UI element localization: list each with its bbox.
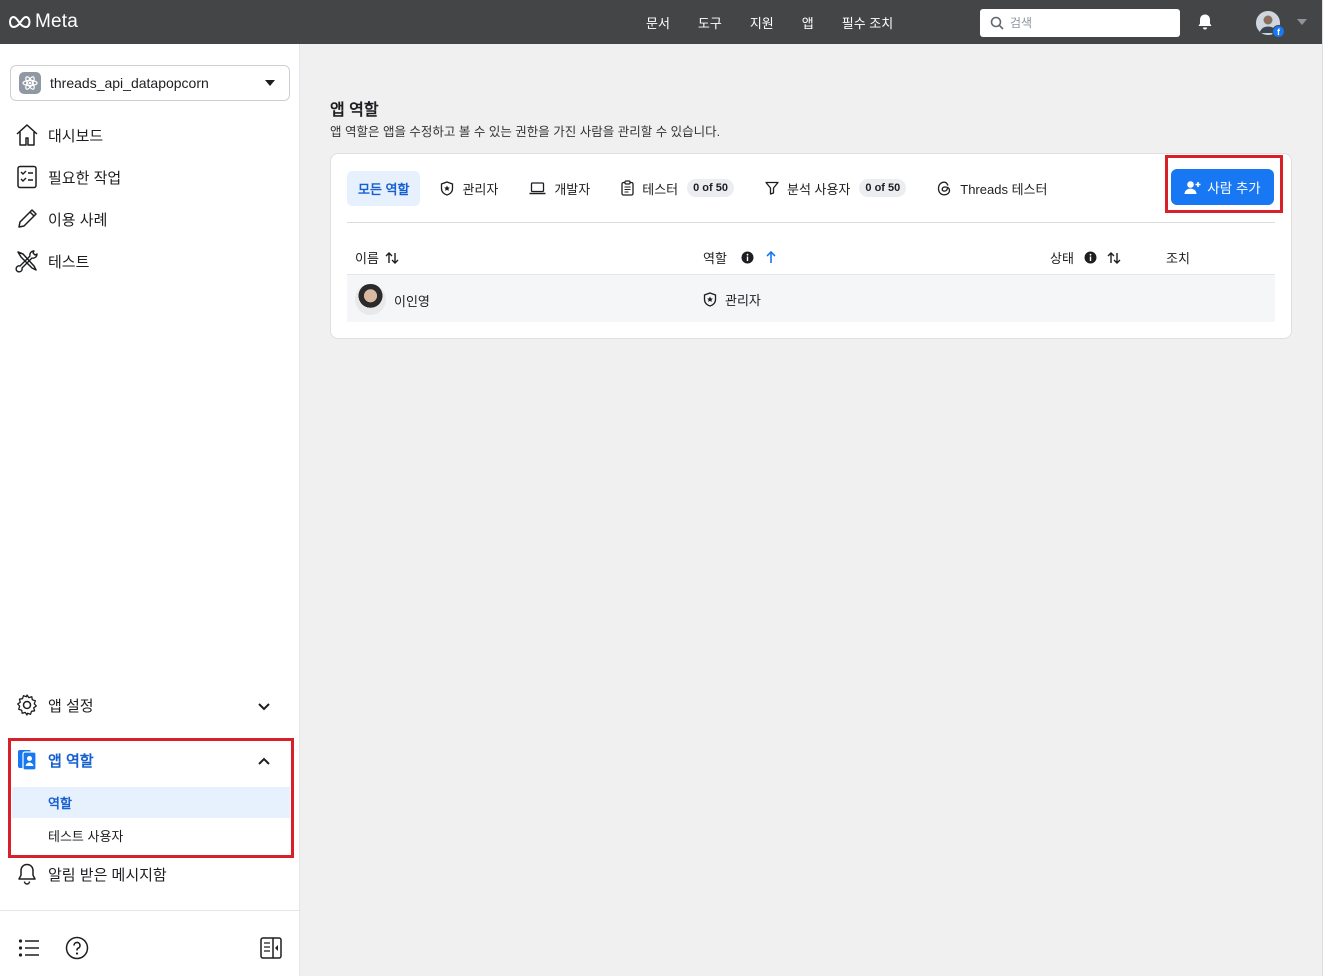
bell-icon[interactable] — [1196, 13, 1214, 31]
page-description: 앱 역할은 앱을 수정하고 볼 수 있는 권한을 가진 사람을 관리할 수 있습… — [330, 125, 721, 139]
app-icon — [19, 72, 41, 94]
sort-icon[interactable] — [385, 251, 399, 264]
nav-docs[interactable]: 문서 — [632, 13, 684, 32]
analytics-count-badge: 0 of 50 — [859, 179, 907, 197]
id-badge-icon — [14, 747, 40, 773]
collapse-sidebar-icon[interactable] — [260, 937, 282, 959]
shield-star-icon — [441, 180, 454, 196]
bell-outline-icon — [14, 861, 40, 887]
sort-icon[interactable] — [1107, 251, 1121, 264]
add-person-icon — [1184, 180, 1201, 194]
help-icon[interactable] — [65, 936, 89, 960]
column-label: 조치 — [1166, 251, 1190, 266]
sidebar-item-app-roles[interactable]: 앱 역할 — [14, 744, 94, 776]
tools-icon — [14, 248, 40, 274]
add-person-button[interactable]: 사람 추가 — [1171, 169, 1274, 205]
nav-support[interactable]: 지원 — [736, 13, 788, 32]
sort-ascending-icon[interactable] — [766, 251, 776, 264]
role-tabs: 모든 역할 관리자 개발자 테스터 0 of 50 분석 사용자 0 of 50 — [347, 170, 1067, 206]
column-label: 역할 — [703, 251, 727, 266]
user-role: 관리자 — [703, 290, 761, 309]
list-icon[interactable] — [18, 938, 40, 958]
sidebar-subitem-roles[interactable]: 역할 — [12, 787, 290, 818]
checklist-icon — [14, 164, 40, 190]
sidebar: threads_api_datapopcorn 대시보드 필요한 작업 이용 사… — [0, 44, 300, 976]
main-content: 앱 역할 앱 역할은 앱을 수정하고 볼 수 있는 권한을 가진 사람을 관리할… — [300, 44, 1322, 976]
tab-label: 관리자 — [462, 181, 499, 197]
sidebar-item-label: 필요한 작업 — [48, 169, 122, 187]
threads-icon — [938, 181, 951, 195]
chevron-down-icon[interactable] — [258, 703, 270, 711]
sidebar-divider — [0, 910, 300, 911]
tab-testers[interactable]: 테스터 0 of 50 — [610, 171, 745, 206]
tab-analytics-users[interactable]: 분석 사용자 0 of 50 — [754, 171, 917, 206]
page-title: 앱 역할 — [330, 102, 379, 119]
sidebar-item-app-settings[interactable]: 앱 설정 — [14, 689, 94, 721]
tab-divider — [347, 222, 1275, 223]
column-header-status[interactable]: 상태 — [1050, 248, 1121, 267]
table-row[interactable]: 이인영 관리자 — [347, 274, 1275, 322]
nav-apps[interactable]: 앱 — [788, 13, 828, 32]
column-header-name[interactable]: 이름 — [355, 248, 399, 267]
tab-label: 개발자 — [554, 181, 591, 197]
user-name: 이인영 — [394, 294, 430, 309]
window-edge — [1322, 0, 1336, 976]
tab-developers[interactable]: 개발자 — [518, 171, 601, 206]
tab-label: Threads 테스터 — [960, 181, 1048, 197]
info-icon[interactable] — [1084, 251, 1097, 264]
top-bar: Meta 문서 도구 지원 앱 필수 조치 f — [0, 0, 1322, 44]
laptop-icon — [529, 181, 546, 194]
info-icon[interactable] — [741, 251, 754, 264]
sidebar-item-notifications[interactable]: 알림 받은 메시지함 — [14, 858, 167, 890]
search-input[interactable] — [1010, 16, 1170, 30]
profile-avatar[interactable]: f — [1256, 11, 1285, 38]
search-icon — [990, 16, 1004, 30]
tab-label: 모든 역할 — [358, 181, 410, 197]
sidebar-item-label: 알림 받은 메시지함 — [48, 866, 167, 884]
column-header-actions: 조치 — [1166, 248, 1190, 267]
role-label: 관리자 — [725, 293, 761, 308]
roles-card: 모든 역할 관리자 개발자 테스터 0 of 50 분석 사용자 0 of 50 — [330, 153, 1292, 339]
column-label: 상태 — [1050, 251, 1074, 266]
gear-icon — [14, 692, 40, 718]
search-box — [980, 9, 1180, 37]
nav-tools[interactable]: 도구 — [684, 13, 736, 32]
sidebar-item-label: 앱 설정 — [48, 697, 94, 715]
meta-infinity-icon — [8, 15, 31, 29]
sidebar-item-label: 테스트 — [48, 253, 90, 271]
nav-required-actions[interactable]: 필수 조치 — [828, 13, 907, 32]
chevron-up-icon[interactable] — [258, 757, 270, 765]
column-label: 이름 — [355, 251, 379, 266]
sidebar-item-test[interactable]: 테스트 — [14, 245, 89, 277]
tab-label: 테스터 — [642, 181, 679, 197]
chevron-down-icon[interactable] — [1297, 19, 1307, 25]
add-person-label: 사람 추가 — [1207, 181, 1261, 196]
tester-count-badge: 0 of 50 — [687, 179, 734, 197]
column-header-role[interactable]: 역할 — [703, 248, 776, 267]
sidebar-subitem-test-users[interactable]: 테스트 사용자 — [12, 820, 290, 851]
brand-name: Meta — [35, 11, 79, 32]
filter-icon — [765, 181, 779, 195]
sidebar-item-label: 이용 사례 — [48, 211, 108, 229]
facebook-badge-icon: f — [1272, 25, 1285, 38]
tab-all-roles[interactable]: 모든 역할 — [347, 170, 421, 206]
pencil-icon — [14, 206, 40, 232]
sidebar-item-use-cases[interactable]: 이용 사례 — [14, 203, 107, 235]
caret-down-icon — [265, 80, 275, 86]
tab-threads-testers[interactable]: Threads 테스터 — [926, 171, 1058, 206]
avatar — [355, 284, 386, 315]
tab-label: 분석 사용자 — [786, 181, 851, 197]
app-name: threads_api_datapopcorn — [50, 75, 209, 91]
app-selector[interactable]: threads_api_datapopcorn — [10, 65, 290, 101]
sidebar-item-label: 앱 역할 — [48, 752, 94, 770]
clipboard-icon — [621, 180, 634, 196]
home-icon — [14, 122, 40, 148]
sidebar-item-dashboard[interactable]: 대시보드 — [14, 119, 103, 151]
shield-star-icon — [703, 292, 717, 307]
top-nav: 문서 도구 지원 앱 필수 조치 — [632, 0, 907, 44]
sidebar-item-required-actions[interactable]: 필요한 작업 — [14, 161, 121, 193]
sidebar-item-label: 대시보드 — [48, 127, 104, 145]
tab-admins[interactable]: 관리자 — [429, 171, 509, 206]
meta-logo[interactable]: Meta — [8, 11, 78, 33]
